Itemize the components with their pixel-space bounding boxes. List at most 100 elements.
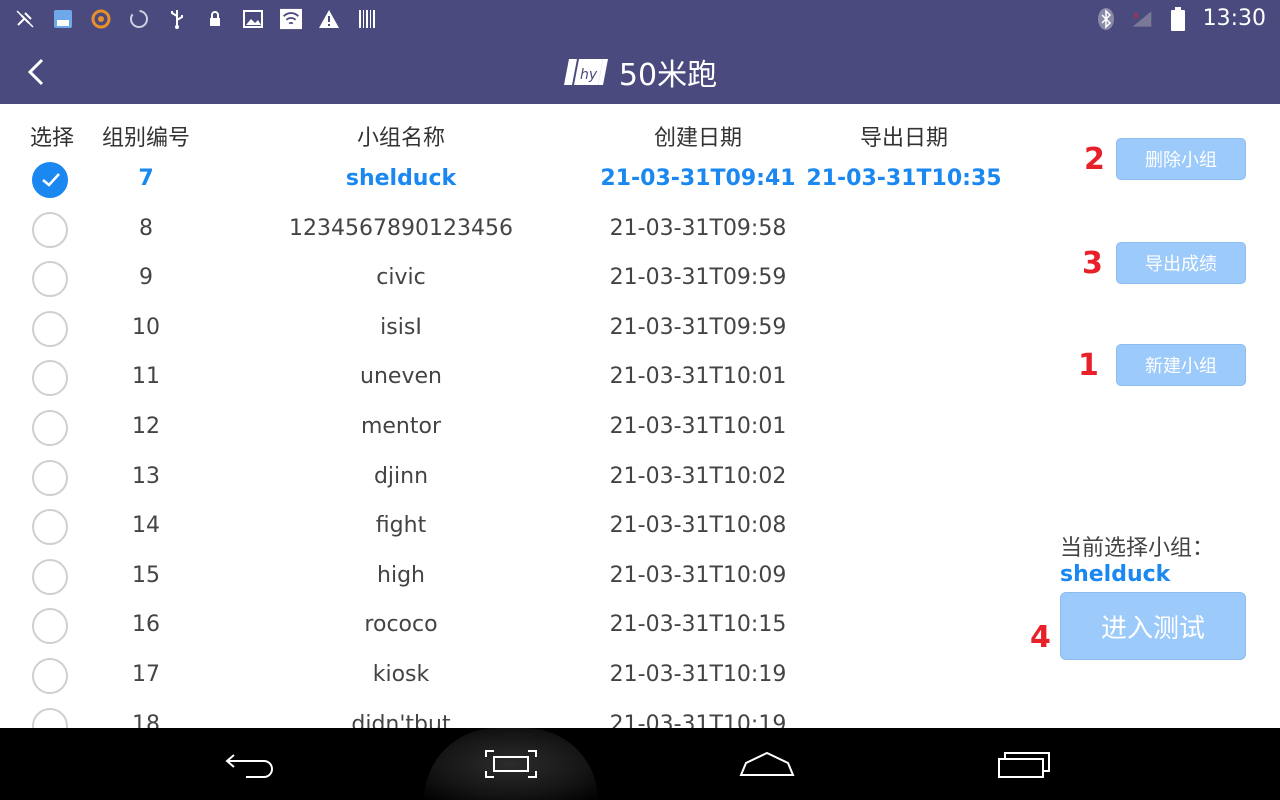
app-title-group: hy 50米跑 (0, 50, 1280, 94)
group-list-panel: 选择 组别编号 小组名称 创建日期 导出日期 7 shelduck 21-03-31… (0, 104, 1280, 728)
group-name-cell: kiosk (372, 662, 430, 687)
back-icon (225, 754, 273, 778)
image-icon (242, 8, 264, 30)
created-date-cell: 21-03-31T10:01 (609, 414, 787, 439)
svg-text:x: x (1133, 10, 1138, 20)
signal-icon: x (1131, 8, 1153, 30)
radio-unchecked[interactable] (32, 509, 68, 546)
squirrel-app-icon (90, 8, 112, 30)
enter-test-button[interactable]: 进入测试 (1060, 592, 1246, 660)
created-date-cell: 21-03-31T09:41 (600, 166, 796, 191)
status-time: 13:30 (1202, 6, 1266, 31)
group-id-cell: 17 (132, 662, 160, 687)
radio-unchecked[interactable] (32, 310, 68, 347)
group-id-cell: 10 (132, 314, 160, 340)
current-group-value: shelduck (1060, 562, 1171, 587)
radio-unchecked[interactable] (32, 261, 68, 298)
warning-icon (318, 8, 340, 30)
group-name-cell: fight (375, 513, 427, 539)
marker-number-2: 2 (1084, 142, 1105, 177)
group-id-cell: 18 (132, 711, 160, 728)
exported-date-cell: 21-03-31T10:35 (806, 166, 1002, 191)
satellite-off-icon (14, 8, 36, 30)
header-group-name: 小组名称 (356, 126, 445, 151)
table-row[interactable]: 11 uneven 21-03-31T10:01 (0, 352, 1000, 402)
group-id-cell: 7 (138, 166, 154, 191)
table-row[interactable]: 16 rococo 21-03-31T10:15 (0, 600, 1000, 650)
radio-unchecked[interactable] (32, 211, 68, 248)
group-id-cell: 11 (132, 364, 160, 390)
radio-unchecked[interactable] (32, 608, 68, 645)
app-logo-text: hy (580, 67, 598, 83)
delete-group-button[interactable]: 删除小组 (1116, 138, 1246, 180)
table-header: 选择 组别编号 小组名称 创建日期 导出日期 (0, 120, 1000, 152)
table-row[interactable]: 7 shelduck 21-03-31T09:41 21-03-31T10:35 (0, 154, 1002, 204)
export-results-button[interactable]: 导出成绩 (1116, 242, 1246, 284)
wifi-icon (280, 8, 302, 30)
group-name-cell: mentor (360, 414, 442, 439)
checkmark-icon (42, 173, 60, 187)
home-icon (739, 751, 795, 776)
group-id-cell: 16 (132, 612, 160, 638)
table-row[interactable]: 14 fight 21-03-31T10:08 (0, 501, 1000, 551)
radio-unchecked[interactable] (32, 558, 68, 595)
created-date-cell: 21-03-31T09:59 (609, 265, 787, 291)
group-name-cell: isisI (380, 314, 422, 340)
radio-unchecked[interactable] (32, 360, 68, 397)
nav-home-button[interactable] (722, 738, 812, 790)
created-date-cell: 21-03-31T10:02 (609, 463, 787, 489)
app-logo-icon: hy (563, 59, 608, 85)
group-name-cell: high (377, 562, 425, 588)
radio-unchecked[interactable] (32, 707, 68, 728)
table-row[interactable]: 12 mentor 21-03-31T10:01 (0, 402, 1000, 452)
app-bar: hy 50米跑 (0, 38, 1280, 104)
group-id-cell: 14 (132, 513, 160, 539)
created-date-cell: 21-03-31T10:09 (609, 562, 787, 588)
radio-unchecked[interactable] (32, 658, 68, 694)
header-exported-date: 导出日期 (859, 126, 948, 151)
group-id-cell: 8 (139, 215, 153, 241)
table-row[interactable]: 15 high 21-03-31T10:09 (0, 551, 1000, 601)
page-title: 50米跑 (618, 58, 718, 93)
status-icons-left (14, 8, 378, 30)
table-row[interactable]: 17 kiosk 21-03-31T10:19 (0, 650, 1000, 700)
group-name-cell: didn'tbut (351, 711, 451, 728)
created-date-cell: 21-03-31T09:59 (609, 314, 787, 340)
marker-number-3: 3 (1082, 246, 1103, 281)
status-bar: x 13:30 (0, 0, 1280, 38)
group-id-cell: 15 (132, 562, 160, 588)
battery-icon (1167, 6, 1189, 31)
sync-icon (128, 8, 150, 30)
table-row[interactable]: 9 civic 21-03-31T09:59 (0, 253, 1000, 303)
group-id-cell: 12 (132, 414, 160, 439)
marker-number-4: 4 (1030, 620, 1051, 655)
group-name-cell: civic (376, 265, 426, 291)
current-group-label: 当前选择小组： (1060, 536, 1215, 561)
table-row[interactable]: 8 1234567890123456 21-03-31T09:58 (0, 204, 1000, 254)
nav-recent-apps-button[interactable] (980, 738, 1070, 790)
group-name-cell: shelduck (345, 166, 457, 191)
screenshot-icon (485, 750, 537, 778)
created-date-cell: 21-03-31T10:19 (609, 711, 787, 728)
table-row[interactable]: 18 didn'tbut 21-03-31T10:19 (0, 700, 1000, 728)
new-group-button[interactable]: 新建小组 (1116, 344, 1246, 386)
radio-unchecked[interactable] (32, 459, 68, 496)
group-id-cell: 9 (139, 265, 153, 291)
table-row[interactable]: 13 djinn 21-03-31T10:02 (0, 452, 1000, 502)
header-select: 选择 (29, 126, 74, 151)
group-name-cell: djinn (373, 463, 429, 489)
radio-unchecked[interactable] (32, 410, 68, 446)
nav-screenshot-button[interactable] (466, 738, 556, 790)
lock-icon (204, 8, 226, 30)
table-row[interactable]: 10 isisI 21-03-31T09:59 (0, 303, 1000, 353)
recent-apps-icon (998, 752, 1050, 778)
status-icons-right: x 13:30 (1095, 6, 1266, 31)
bluetooth-icon (1095, 7, 1117, 30)
group-id-cell: 13 (132, 463, 160, 489)
marker-number-1: 1 (1078, 348, 1099, 383)
created-date-cell: 21-03-31T10:08 (609, 513, 787, 539)
radio-checked[interactable] (32, 162, 68, 198)
nav-back-button[interactable] (206, 738, 296, 790)
sd-card-icon (52, 8, 74, 30)
created-date-cell: 21-03-31T10:01 (609, 364, 787, 390)
